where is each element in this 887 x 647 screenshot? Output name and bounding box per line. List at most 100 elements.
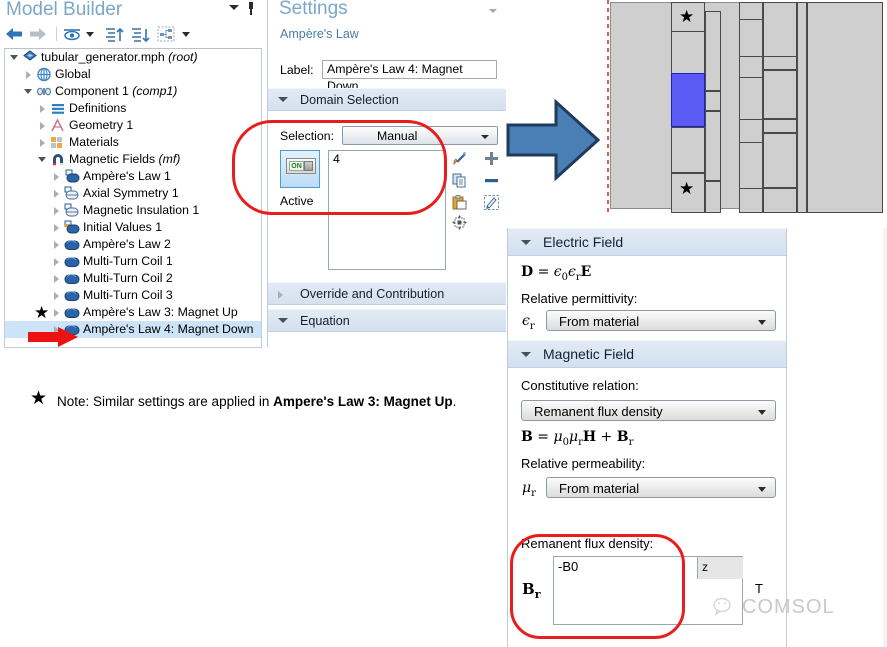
chevron-down-icon[interactable] bbox=[23, 83, 34, 100]
red-highlight-domain-selection bbox=[232, 120, 447, 215]
geometry-block bbox=[705, 111, 721, 181]
tree-item-multi-turn-coil-1[interactable]: Multi-Turn Coil 1 bbox=[5, 253, 261, 270]
chevron-right-icon[interactable] bbox=[51, 270, 62, 287]
zoom-selected-icon[interactable] bbox=[451, 214, 468, 231]
tree-item-label: Multi-Turn Coil 3 bbox=[83, 287, 173, 304]
geometry-block bbox=[739, 56, 763, 78]
show-eye-icon[interactable] bbox=[62, 25, 82, 43]
constitutive-relation-dropdown[interactable]: Remanent flux density bbox=[521, 400, 776, 421]
chevron-right-icon[interactable] bbox=[37, 100, 48, 117]
chevron-right-icon[interactable] bbox=[51, 287, 62, 304]
star-icon: ★ bbox=[30, 390, 47, 407]
chevron-down-icon bbox=[521, 352, 531, 357]
tree-item-materials[interactable]: Materials bbox=[5, 134, 261, 151]
paste-icon[interactable] bbox=[451, 194, 468, 211]
definitions-icon bbox=[50, 101, 66, 116]
settings-chevron-down-icon[interactable] bbox=[489, 9, 497, 13]
tree-item-amp-re-s-law-1[interactable]: Ampère's Law 1 bbox=[5, 168, 261, 185]
tree-item-label: Materials bbox=[69, 134, 119, 151]
label-row: Label: Ampère's Law 4: Magnet Down bbox=[268, 60, 506, 82]
tree-item-label: Multi-Turn Coil 1 bbox=[83, 253, 173, 270]
dropdown-value: From material bbox=[559, 481, 639, 496]
expand-all-icon[interactable] bbox=[130, 25, 152, 43]
tree-item-initial-values-1[interactable]: Initial Values 1 bbox=[5, 219, 261, 236]
geometry-block bbox=[739, 2, 763, 20]
relative-permeability-dropdown[interactable]: From material bbox=[546, 477, 776, 498]
note-prefix: Note: Similar settings are applied in bbox=[57, 394, 273, 409]
tree-options-icon[interactable] bbox=[156, 25, 176, 43]
label-caption: Label: bbox=[280, 63, 314, 77]
section-header-domain-selection[interactable]: Domain Selection bbox=[268, 88, 506, 111]
tree-item-component-1[interactable]: Component 1 (comp1) bbox=[5, 83, 261, 100]
section-header-equation[interactable]: Equation bbox=[268, 309, 506, 332]
constitutive-relation-label: Constitutive relation: bbox=[521, 378, 639, 393]
ampere-law-icon bbox=[64, 169, 80, 184]
tree-item-label: Geometry 1 bbox=[69, 117, 133, 134]
chevron-right-icon[interactable] bbox=[37, 134, 48, 151]
pin-icon[interactable] bbox=[246, 2, 256, 16]
chevron-right-icon[interactable] bbox=[51, 304, 62, 321]
geometry-block bbox=[763, 56, 797, 70]
create-selection-icon[interactable] bbox=[451, 150, 468, 167]
tree-item-label: Ampère's Law 1 bbox=[83, 168, 171, 185]
tree-item-label: Global bbox=[55, 66, 91, 83]
tree-item-label: Ampère's Law 2 bbox=[83, 236, 171, 253]
tree-item-definitions[interactable]: Definitions bbox=[5, 100, 261, 117]
chevron-right-icon bbox=[278, 291, 283, 299]
page-title: Model Builder bbox=[6, 0, 122, 21]
tree-item-label: Ampère's Law 3: Magnet Up bbox=[83, 304, 238, 321]
section-header-override-contribution[interactable]: Override and Contribution bbox=[268, 282, 506, 305]
note-text: Note: Similar settings are applied in Am… bbox=[57, 394, 456, 409]
section-header-magnetic-field[interactable]: Magnetic Field bbox=[508, 340, 786, 368]
model-builder-header: Model Builder bbox=[0, 0, 266, 22]
axisymmetric-geometry-view[interactable]: ★ ★ bbox=[610, 2, 882, 209]
vertical-scrollbar[interactable] bbox=[883, 228, 887, 647]
tree-item-amp-re-s-law-2[interactable]: Ampère's Law 2 bbox=[5, 236, 261, 253]
magnetic-insulation-icon bbox=[64, 203, 80, 218]
chevron-right-icon[interactable] bbox=[51, 202, 62, 219]
chevron-right-icon[interactable] bbox=[51, 219, 62, 236]
relative-permittivity-dropdown[interactable]: From material bbox=[546, 310, 776, 331]
chevron-down-icon[interactable] bbox=[37, 151, 48, 168]
magnetic-fields-icon bbox=[50, 152, 66, 167]
geometry-block bbox=[797, 2, 807, 213]
back-arrow-icon[interactable] bbox=[4, 25, 24, 43]
tree-item-axial-symmetry-1[interactable]: Axial Symmetry 1 bbox=[5, 185, 261, 202]
section-title: Override and Contribution bbox=[300, 287, 444, 301]
chevron-right-icon[interactable] bbox=[51, 253, 62, 270]
domain-icon bbox=[64, 288, 80, 303]
section-header-electric-field[interactable]: Electric Field bbox=[508, 228, 786, 256]
tree-item-multi-turn-coil-2[interactable]: Multi-Turn Coil 2 bbox=[5, 270, 261, 287]
tree-item-global[interactable]: Global bbox=[5, 66, 261, 83]
label-input[interactable]: Ampère's Law 4: Magnet Down bbox=[322, 60, 497, 79]
chevron-right-icon[interactable] bbox=[51, 185, 62, 202]
eye-dropdown-icon[interactable] bbox=[84, 25, 96, 43]
right-block-arrow-icon bbox=[498, 85, 608, 195]
tree-item-magnetic-insulation-1[interactable]: Magnetic Insulation 1 bbox=[5, 202, 261, 219]
chevron-right-icon[interactable] bbox=[23, 66, 34, 83]
tree-item-geometry-1[interactable]: Geometry 1 bbox=[5, 117, 261, 134]
chevron-down-icon[interactable] bbox=[229, 5, 239, 10]
chevron-right-icon[interactable] bbox=[51, 236, 62, 253]
geometry-block bbox=[763, 188, 797, 213]
chevron-down-icon bbox=[278, 318, 288, 323]
star-icon: ★ bbox=[679, 8, 694, 25]
chevron-right-icon[interactable] bbox=[51, 168, 62, 185]
tree-item-label: Definitions bbox=[69, 100, 126, 117]
model-builder-toolbar bbox=[0, 22, 266, 47]
tree-item-multi-turn-coil-3[interactable]: Multi-Turn Coil 3 bbox=[5, 287, 261, 304]
magnetic-field-equation: B = μ0μrH + Br bbox=[521, 429, 633, 448]
forward-arrow-icon[interactable] bbox=[28, 25, 48, 43]
chevron-down-icon bbox=[521, 240, 531, 245]
chevron-down-icon bbox=[758, 487, 766, 492]
chevron-down-icon[interactable] bbox=[9, 49, 20, 66]
globe-icon bbox=[36, 67, 52, 82]
clear-selection-icon[interactable] bbox=[483, 194, 500, 211]
tree-item-tubular-generator-mph[interactable]: tubular_generator.mph (root) bbox=[5, 49, 261, 66]
copy-icon[interactable] bbox=[451, 172, 468, 189]
tree-item-magnetic-fields[interactable]: Magnetic Fields (mf) bbox=[5, 151, 261, 168]
collapse-all-icon[interactable] bbox=[104, 25, 126, 43]
tree-item-label: Initial Values 1 bbox=[83, 219, 162, 236]
chevron-right-icon[interactable] bbox=[37, 117, 48, 134]
tree-options-dropdown-icon[interactable] bbox=[180, 25, 192, 43]
